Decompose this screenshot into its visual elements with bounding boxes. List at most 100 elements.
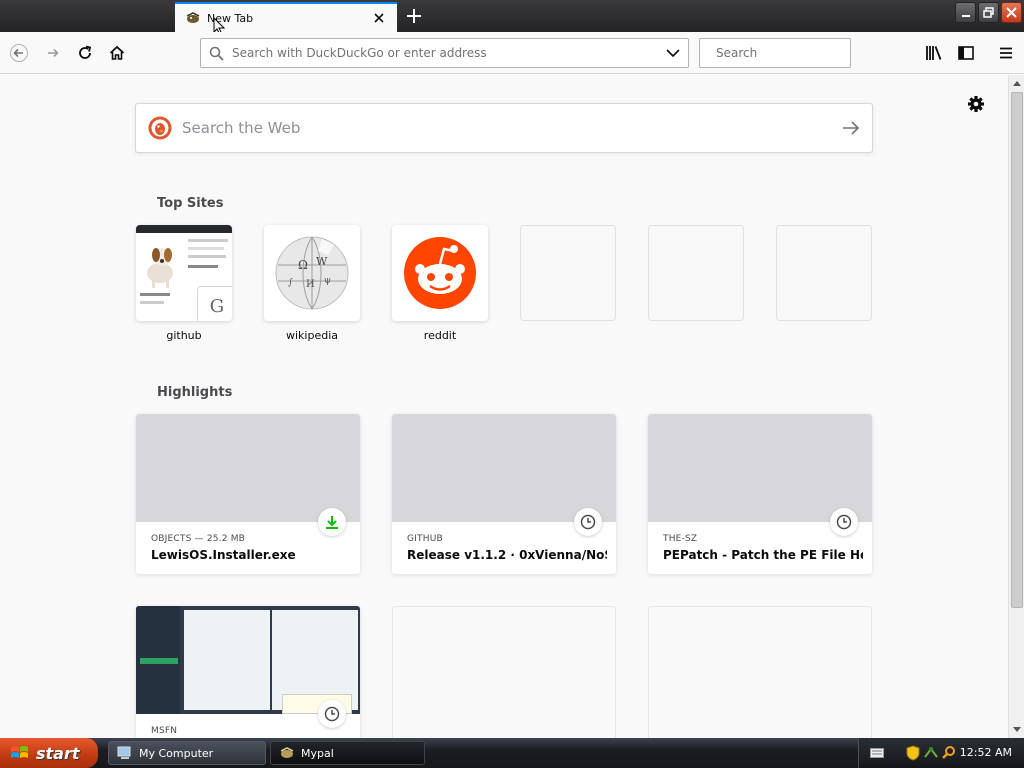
empty-highlight-card <box>648 606 872 738</box>
back-arrow-icon <box>10 44 28 62</box>
security-shield-icon[interactable] <box>905 745 921 761</box>
chevron-down-icon[interactable] <box>666 48 680 58</box>
svg-text:∫: ∫ <box>288 278 293 288</box>
highlight-context: MSFN <box>151 726 178 736</box>
highlight-context: OBJECTS — 25.2 MB <box>151 534 246 544</box>
highlight-card[interactable]: MSFN <box>136 606 360 738</box>
topsite-empty <box>648 225 744 321</box>
gear-icon[interactable] <box>966 94 986 114</box>
web-search-input[interactable] <box>182 119 842 137</box>
minimize-icon <box>961 14 970 17</box>
topsite-github[interactable]: G github <box>136 225 232 342</box>
minimize-button[interactable] <box>955 2 976 23</box>
duckduckgo-logo-icon <box>148 116 172 140</box>
clock-icon <box>318 700 346 728</box>
sidebar-toggle-button[interactable] <box>953 40 979 66</box>
taskbar-item-my-computer[interactable]: My Computer <box>108 741 266 765</box>
scrollbar-thumb[interactable] <box>1011 92 1023 608</box>
top-sites-heading: Top Sites <box>157 196 224 211</box>
sidebar-icon <box>958 46 974 60</box>
address-bar[interactable] <box>200 38 689 68</box>
computer-icon <box>117 746 131 759</box>
taskbar-item-mypal[interactable]: Mypal <box>270 741 425 765</box>
topsite-reddit[interactable]: reddit <box>392 225 488 342</box>
empty-topsite-tile <box>648 225 744 321</box>
tab-strip: New Tab <box>0 0 1024 36</box>
new-tab-button[interactable] <box>400 4 428 28</box>
screenshot-active-item <box>140 658 178 664</box>
reload-button[interactable] <box>72 40 98 66</box>
topsite-empty <box>520 225 616 321</box>
screenshot-line <box>140 293 170 296</box>
close-icon <box>1006 7 1017 18</box>
screenshot-panel <box>184 610 270 710</box>
restore-button[interactable] <box>978 2 999 23</box>
taskbar: start My Computer Mypal 12:52 AM <box>0 738 1024 768</box>
svg-text:ψ: ψ <box>324 276 331 286</box>
arrow-right-icon[interactable] <box>842 120 860 136</box>
back-button[interactable] <box>6 40 32 66</box>
topsite-tile[interactable] <box>392 225 488 321</box>
scroll-up-arrow-icon[interactable] <box>1009 75 1024 91</box>
topsite-tile[interactable]: Ω W И ∫ ψ <box>264 225 360 321</box>
home-icon <box>109 45 125 60</box>
highlight-thumbnail <box>392 414 616 522</box>
search-icon <box>209 46 224 61</box>
tab-new-tab[interactable]: New Tab <box>175 2 397 32</box>
system-tray: 12:52 AM <box>858 738 1024 768</box>
taskbar-item-label: My Computer <box>139 746 214 760</box>
close-tab-icon[interactable] <box>371 10 387 26</box>
topsite-wikipedia[interactable]: Ω W И ∫ ψ wikipedia <box>264 225 360 342</box>
network-icon[interactable] <box>923 745 939 761</box>
highlight-card[interactable]: OBJECTS — 25.2 MB LewisOS.Installer.exe <box>136 414 360 574</box>
highlight-title: Release v1.1.2 · 0xVienna/NoSet... <box>407 548 607 562</box>
highlight-card[interactable]: THE-SZ PEPatch - Patch the PE File Head.… <box>648 414 872 574</box>
vertical-scrollbar[interactable] <box>1008 75 1024 738</box>
download-icon <box>318 508 346 536</box>
menu-button[interactable] <box>993 40 1019 66</box>
search-icon[interactable] <box>941 745 957 761</box>
library-icon <box>926 46 942 60</box>
reddit-logo-icon <box>404 237 476 309</box>
topsite-label: reddit <box>423 329 457 342</box>
topsite-empty <box>776 225 872 321</box>
wikipedia-globe-icon: Ω W И ∫ ψ <box>275 236 349 310</box>
windows-logo-icon <box>11 746 28 758</box>
screenshot-line <box>188 265 218 268</box>
home-button[interactable] <box>104 40 130 66</box>
close-window-button[interactable] <box>1001 2 1022 23</box>
start-button[interactable]: start <box>0 738 98 768</box>
forward-button[interactable] <box>40 40 66 66</box>
highlight-thumbnail <box>136 606 360 714</box>
keyboard-icon[interactable] <box>869 745 885 761</box>
svg-text:W: W <box>316 255 328 268</box>
empty-topsite-tile <box>520 225 616 321</box>
taskbar-item-label: Mypal <box>301 746 334 760</box>
search-bar[interactable] <box>699 38 866 68</box>
library-button[interactable] <box>921 40 947 66</box>
empty-topsite-tile <box>776 225 872 321</box>
highlight-card[interactable]: GITHUB Release v1.1.2 · 0xVienna/NoSet..… <box>392 414 616 574</box>
search-input[interactable] <box>716 46 866 60</box>
web-search-box[interactable] <box>135 103 873 153</box>
navigation-toolbar <box>0 32 1024 74</box>
topsite-label: wikipedia <box>285 329 338 342</box>
empty-highlight-card <box>392 606 616 738</box>
hamburger-menu-icon <box>1000 47 1012 59</box>
screenshot-line <box>188 239 228 242</box>
svg-text:И: И <box>306 279 315 290</box>
new-tab-page: Top Sites G github Ω W И <box>0 75 1008 738</box>
mypal-favicon-icon <box>186 12 200 23</box>
github-letter-badge: G <box>197 286 232 321</box>
mypal-icon <box>280 747 294 758</box>
topsite-tile[interactable]: G <box>136 225 232 321</box>
address-input[interactable] <box>232 46 666 60</box>
scroll-down-arrow-icon[interactable] <box>1009 722 1024 738</box>
highlight-context: GITHUB <box>407 534 443 544</box>
highlight-title: PEPatch - Patch the PE File Head... <box>663 548 863 562</box>
clock: 12:52 AM <box>959 746 1012 759</box>
restore-icon <box>983 7 994 18</box>
clock-icon <box>574 508 602 536</box>
reload-icon <box>79 45 92 59</box>
highlight-title: LewisOS.Installer.exe <box>151 548 296 562</box>
